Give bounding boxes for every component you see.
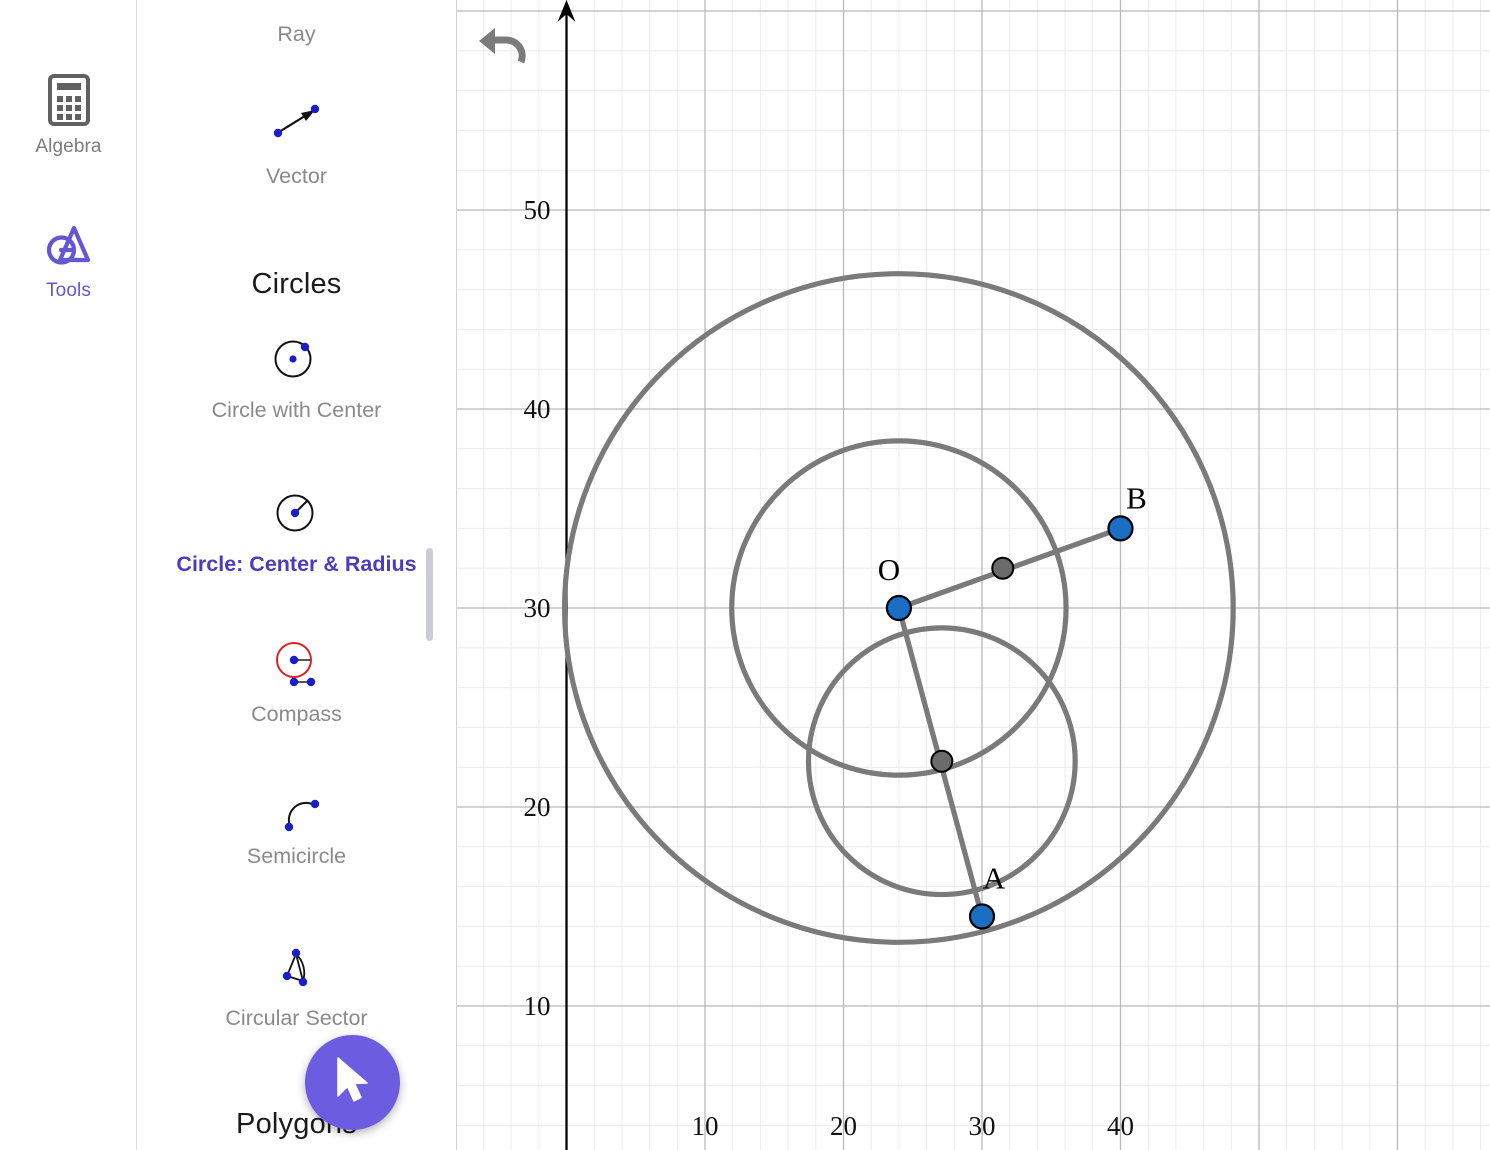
tool-entry-circular-sector-label: Circular Sector xyxy=(225,1006,368,1030)
tool-entry-ray-label: Ray xyxy=(277,22,316,46)
point-A[interactable] xyxy=(968,903,996,930)
intersection-point[interactable] xyxy=(930,749,954,773)
circle-with-center-icon xyxy=(137,332,456,396)
tool-entry-circular-sector[interactable]: Circular Sector xyxy=(137,940,456,1032)
tool-entry-circle-center-radius[interactable]: Circle: Center & Radius xyxy=(137,486,456,578)
left-rail: Algebra Tools xyxy=(0,0,137,1150)
geogebra-tools-icon xyxy=(0,218,137,274)
y-tick-label: 20 xyxy=(524,792,551,822)
circular-sector-icon xyxy=(137,940,456,1004)
point-B[interactable] xyxy=(1107,515,1134,542)
rail-item-tools-label: Tools xyxy=(46,280,91,301)
tool-entry-vector[interactable]: Vector xyxy=(137,98,456,190)
point-label-A: A xyxy=(983,860,1006,895)
tool-list-panel: Ray Vector Circles Circle with Center Ci… xyxy=(137,0,457,1150)
calculator-icon xyxy=(0,74,137,130)
geogebra-app: Algebra Tools Ray Vector Circles Circle … xyxy=(0,0,1490,1150)
cursor-arrow-icon xyxy=(330,1054,376,1111)
y-tick-label: 10 xyxy=(524,991,551,1021)
move-tool-fab[interactable] xyxy=(305,1035,400,1130)
y-tick-label: 40 xyxy=(524,394,551,424)
group-header-circles: Circles xyxy=(251,268,342,300)
tool-entry-circle-with-center-label: Circle with Center xyxy=(211,398,382,422)
y-tick-label: 50 xyxy=(524,195,551,225)
rail-item-tools[interactable]: Tools xyxy=(0,218,137,302)
tool-entry-circle-center-radius-label: Circle: Center & Radius xyxy=(176,552,417,576)
semicircle-icon xyxy=(137,778,456,842)
axis-tick-labels: 10 20 30 40 50 10 20 30 40 xyxy=(524,195,1135,1141)
geometry-canvas[interactable]: 10 20 30 40 50 10 20 30 40 O A B xyxy=(457,0,1490,1150)
group-header-polygons: Polygons xyxy=(236,1108,357,1140)
x-tick-label: 10 xyxy=(692,1111,719,1141)
point-label-B: B xyxy=(1126,480,1147,515)
minor-gridlines xyxy=(457,0,1490,1150)
point-O[interactable] xyxy=(885,594,912,622)
tool-entry-semicircle[interactable]: Semicircle xyxy=(137,778,456,870)
vector-icon xyxy=(137,98,456,162)
compass-icon xyxy=(137,636,456,700)
x-tick-label: 40 xyxy=(1107,1111,1134,1141)
tool-entry-vector-label: Vector xyxy=(266,164,327,188)
tool-entry-circle-with-center[interactable]: Circle with Center xyxy=(137,332,456,424)
rail-item-algebra-label: Algebra xyxy=(35,136,102,157)
circle-center-radius-icon xyxy=(137,486,456,550)
tool-panel-scrollbar[interactable] xyxy=(426,548,433,641)
rail-item-algebra[interactable]: Algebra xyxy=(0,74,137,158)
tool-entry-compass[interactable]: Compass xyxy=(137,636,456,728)
tool-entry-semicircle-label: Semicircle xyxy=(246,844,347,868)
undo-button[interactable] xyxy=(477,22,533,70)
x-tick-label: 30 xyxy=(969,1111,996,1141)
tool-entry-ray[interactable]: Ray xyxy=(137,20,456,48)
y-tick-label: 30 xyxy=(524,593,551,623)
x-tick-label: 20 xyxy=(830,1111,857,1141)
graphics-view[interactable]: 10 20 30 40 50 10 20 30 40 O A B xyxy=(457,0,1490,1150)
point-label-O: O xyxy=(878,552,900,587)
major-gridlines xyxy=(457,0,1490,1150)
tool-entry-compass-label: Compass xyxy=(251,702,342,726)
intersection-point[interactable] xyxy=(991,556,1015,580)
